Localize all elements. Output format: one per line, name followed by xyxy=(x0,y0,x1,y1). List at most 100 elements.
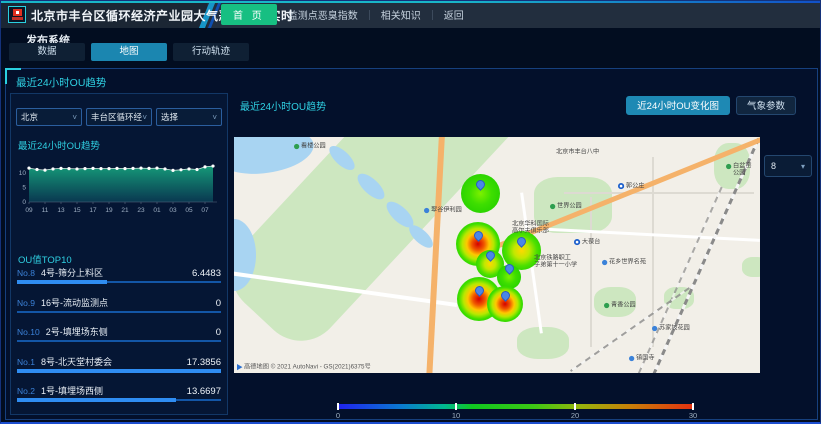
map-street xyxy=(564,192,754,194)
nav-separator xyxy=(369,10,370,20)
rank-label: No.2 xyxy=(17,386,35,396)
ou-value: 0 xyxy=(216,327,221,338)
legend-tick xyxy=(455,403,457,410)
left-column: 北京 ˅ 丰台区循环经济产 ˅ 选择 ˅ 最近24小时OU趋势 05100911… xyxy=(10,93,228,415)
ou-change-map-button[interactable]: 近24小时OU变化图 xyxy=(626,96,730,115)
point-select[interactable]: 选择 ˅ xyxy=(156,108,222,126)
map-street xyxy=(590,197,592,347)
map-park-area xyxy=(517,327,569,359)
point-name: 2号-填埋场东侧 xyxy=(46,325,210,338)
progress-track xyxy=(17,311,221,313)
legend-tick xyxy=(574,403,576,410)
progress-track xyxy=(17,340,221,342)
metro-icon xyxy=(618,183,624,189)
svg-text:21: 21 xyxy=(121,207,129,214)
logo-icon[interactable] xyxy=(8,6,26,23)
map-road xyxy=(534,227,760,242)
spot-icon xyxy=(602,260,607,265)
progress-track xyxy=(17,399,221,401)
svg-text:5: 5 xyxy=(22,185,26,192)
view-tabs: 数据 地图 行动轨迹 xyxy=(9,43,249,61)
ou-value: 13.6697 xyxy=(187,386,221,397)
top-list-item[interactable]: No.2 1号-填埋场西侧 13.6697 xyxy=(17,384,221,414)
legend-label: 10 xyxy=(452,411,460,420)
weather-params-button[interactable]: 气象参数 xyxy=(736,96,796,115)
map-place-label: 白盆窑公园 xyxy=(726,163,756,177)
point-name: 8号-北天堂村委会 xyxy=(41,355,181,368)
top-list-item[interactable]: No.10 2号-填埋场东侧 0 xyxy=(17,325,221,355)
svg-text:09: 09 xyxy=(25,207,33,214)
map-place-label: 苏家坡花园 xyxy=(652,325,690,332)
rank-label: No.1 xyxy=(17,357,35,367)
map-place-label: 镇国寺 xyxy=(629,355,655,362)
map-railway xyxy=(627,187,722,373)
panel-corner-accent xyxy=(5,68,21,70)
top-list-item[interactable]: No.18号-北天堂村委会17.3856 xyxy=(17,355,221,385)
nav-home[interactable]: 首 页 xyxy=(221,4,277,25)
map-place-label: 北京华科国际 高尔夫俱乐部 xyxy=(512,221,549,235)
legend-tick xyxy=(337,403,339,410)
city-select[interactable]: 北京 ˅ xyxy=(16,108,82,126)
top-list-item[interactable]: No.9 16号-流动监测点 0 xyxy=(17,296,221,326)
svg-text:13: 13 xyxy=(57,207,65,214)
legend-tick xyxy=(692,403,694,410)
metro-icon xyxy=(574,239,580,245)
rank-label: No.10 xyxy=(17,327,40,337)
legend-label: 20 xyxy=(571,411,579,420)
main-panel: 最近24小时OU趋势 北京 ˅ 丰台区循环经济产 ˅ 选择 ˅ 最近24小时OU… xyxy=(5,68,818,420)
legend-label: 0 xyxy=(336,411,340,420)
chevron-down-icon: ▾ xyxy=(801,162,805,171)
svg-text:05: 05 xyxy=(185,207,193,214)
filter-bar: 北京 ˅ 丰台区循环经济产 ˅ 选择 ˅ xyxy=(16,108,222,126)
header: 北京市丰台区循环经济产业园大气恶臭状况实时 首 页 监测点恶臭指数 相关知识 返… xyxy=(1,1,821,28)
point-name: 1号-填埋场西侧 xyxy=(41,384,181,397)
map[interactable]: 高德地图 © 2021 AutoNavi - GS(2021)6375号 看楼公… xyxy=(234,137,760,373)
spot-icon xyxy=(424,208,429,213)
nav-monitor-index[interactable]: 监测点恶臭指数 xyxy=(288,7,358,22)
map-place-label: 看楼公园 xyxy=(294,143,326,150)
svg-text:19: 19 xyxy=(105,207,113,214)
spot-icon xyxy=(652,326,657,331)
point-name: 16号-流动监测点 xyxy=(41,296,210,309)
svg-text:11: 11 xyxy=(42,207,49,214)
map-zoom-select[interactable]: 8 ▾ xyxy=(764,155,812,177)
main-nav: 首 页 监测点恶臭指数 相关知识 返回 xyxy=(221,5,464,24)
rank-label: No.9 xyxy=(17,298,35,308)
park-select[interactable]: 丰台区循环经济产 ˅ xyxy=(86,108,152,126)
top-list: No.84号-筛分上料区6.4483No.916号-流动监测点0No.102号-… xyxy=(17,266,221,414)
park-icon xyxy=(550,204,555,209)
tab-trajectory[interactable]: 行动轨迹 xyxy=(173,43,249,61)
svg-text:07: 07 xyxy=(201,207,209,214)
tab-data[interactable]: 数据 xyxy=(9,43,85,61)
ou-value: 6.4483 xyxy=(192,268,221,279)
progress-track xyxy=(17,281,221,283)
map-panel: 最近24小时OU趋势 近24小时OU变化图 气象参数 xyxy=(232,69,818,420)
heat-legend-labels: 0 10 20 30 xyxy=(337,411,694,421)
ou-trend-chart: 0510091113151719212301030507 xyxy=(13,150,225,220)
svg-text:15: 15 xyxy=(73,207,81,214)
top-list-title: OU值TOP10 xyxy=(18,252,72,266)
ou-value: 0 xyxy=(216,298,221,309)
point-name: 4号-筛分上料区 xyxy=(41,266,186,279)
park-icon xyxy=(726,164,731,169)
amap-logo-icon xyxy=(237,364,242,370)
svg-text:0: 0 xyxy=(22,199,26,206)
map-park-area xyxy=(742,257,760,277)
map-place-label: 翠谷伊利园 xyxy=(424,207,462,214)
nav-knowledge[interactable]: 相关知识 xyxy=(381,7,421,22)
progress-fill xyxy=(17,369,221,373)
park-icon xyxy=(294,144,299,149)
tab-map[interactable]: 地图 xyxy=(91,43,167,61)
map-attribution: 高德地图 © 2021 AutoNavi - GS(2021)6375号 xyxy=(237,362,371,371)
map-section-title: 最近24小时OU趋势 xyxy=(240,98,620,113)
progress-fill xyxy=(17,398,176,402)
top-list-item[interactable]: No.84号-筛分上料区6.4483 xyxy=(17,266,221,296)
map-place-label: 北京铁路职工 子弟第十一小学 xyxy=(534,255,577,269)
app-window: 北京市丰台区循环经济产业园大气恶臭状况实时 首 页 监测点恶臭指数 相关知识 返… xyxy=(0,0,821,424)
map-place-label: 花乡世界名苑 xyxy=(602,259,646,266)
progress-track xyxy=(17,370,221,372)
nav-back[interactable]: 返回 xyxy=(444,7,464,22)
nav-separator xyxy=(432,10,433,20)
spot-icon xyxy=(629,356,634,361)
progress-fill xyxy=(17,280,107,284)
